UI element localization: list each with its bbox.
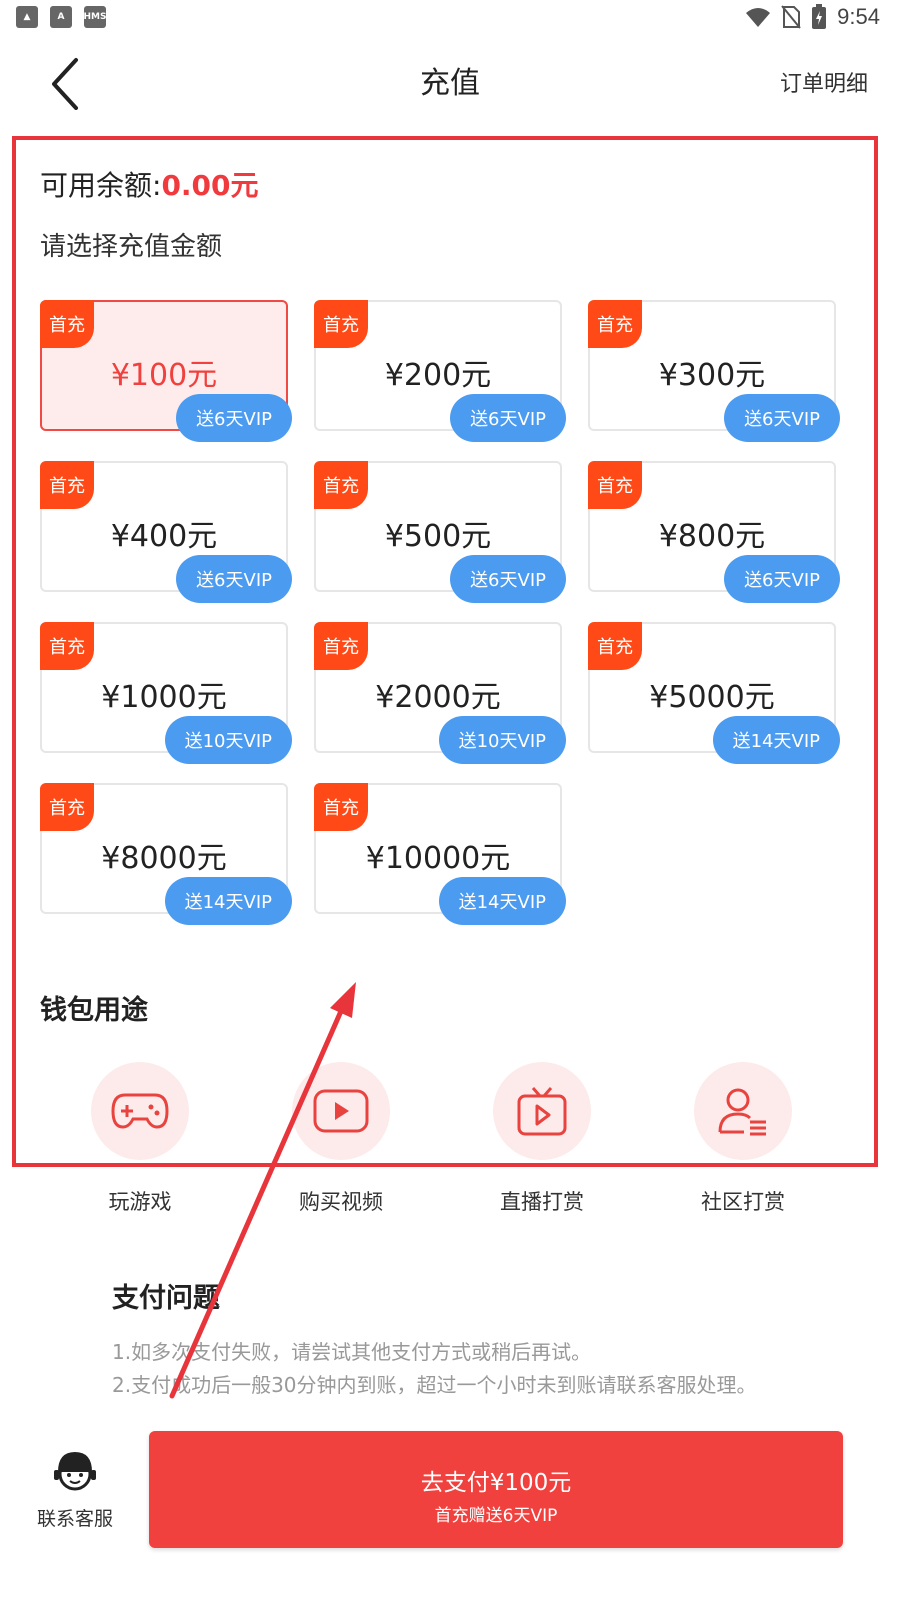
option-price: ¥5000元 [649,680,775,715]
first-charge-tag: 首充 [314,461,368,509]
recharge-option-8000[interactable]: 首充 ¥8000元 送14天VIP [40,783,292,925]
recharge-option-1000[interactable]: 首充 ¥1000元 送10天VIP [40,622,292,764]
vip-bonus-badge: 送14天VIP [164,877,292,925]
use-label: 社区打赏 [701,1190,785,1214]
customer-service-label: 联系客服 [36,1508,113,1530]
select-amount-label: 请选择充值金额 [40,232,223,262]
recharge-option-200[interactable]: 首充 ¥200元 送6天VIP [314,300,566,442]
option-price: ¥300元 [658,358,766,393]
vip-bonus-badge: 送10天VIP [164,716,292,764]
faq-line-2: 2.支付成功后一般30分钟内到账，超过一个小时未到账请联系客服处理。 [112,1373,757,1397]
recharge-option-400[interactable]: 首充 ¥400元 送6天VIP [40,461,292,603]
battery-icon [812,4,827,29]
first-charge-tag: 首充 [588,300,642,348]
order-details-link[interactable]: 订单明细 [780,66,868,98]
customer-service-button[interactable]: 联系客服 [30,1448,120,1531]
use-icon-circle [694,1062,792,1160]
first-charge-tag: 首充 [314,783,368,831]
first-charge-tag: 首充 [40,300,94,348]
first-charge-tag: 首充 [314,300,368,348]
first-charge-tag: 首充 [40,783,94,831]
option-price: ¥100元 [110,358,218,393]
vip-bonus-badge: 送14天VIP [712,716,840,764]
recharge-option-10000[interactable]: 首充 ¥10000元 送14天VIP [314,783,566,925]
first-charge-tag: 首充 [40,461,94,509]
option-price: ¥10000元 [365,841,511,876]
vip-bonus-badge: 送6天VIP [724,394,840,442]
gamepad-icon [111,1093,169,1129]
recharge-option-500[interactable]: 首充 ¥500元 送6天VIP [314,461,566,603]
pay-button[interactable]: 去支付¥100元 首充赠送6天VIP [149,1431,843,1548]
use-community-tips[interactable]: 社区打赏 [673,1062,813,1216]
status-bar: ▲ A HMS 9:54 [0,0,900,36]
first-charge-tag: 首充 [588,622,642,670]
vip-bonus-badge: 送6天VIP [724,555,840,603]
use-label: 直播打赏 [500,1190,584,1214]
use-buy-videos[interactable]: 购买视频 [271,1062,411,1216]
page-title: 充值 [420,66,480,101]
first-charge-tag: 首充 [588,461,642,509]
pay-button-subtitle: 首充赠送6天VIP [434,1506,558,1526]
nav-bar: 充值 订单明细 [0,40,900,120]
customer-service-icon [54,1452,96,1491]
option-price: ¥800元 [658,519,766,554]
gallery-icon: ▲ [16,6,38,28]
a-icon: A [50,6,72,28]
balance-amount: 0.00元 [161,169,259,202]
option-price: ¥400元 [110,519,218,554]
hms-icon: HMS [84,6,107,28]
status-icons-left: ▲ A HMS [16,6,107,28]
first-charge-tag: 首充 [314,622,368,670]
use-label: 玩游戏 [108,1190,172,1214]
use-icon-circle [292,1062,390,1160]
tv-live-icon [517,1087,567,1136]
option-price: ¥8000元 [101,841,227,876]
vip-bonus-badge: 送10天VIP [438,716,566,764]
vip-bonus-badge: 送6天VIP [450,555,566,603]
use-icon-circle [493,1062,591,1160]
wifi-icon [746,8,771,27]
payment-faq-title: 支付问题 [112,1283,220,1314]
pay-button-label: 去支付¥100元 [420,1470,572,1496]
recharge-option-5000[interactable]: 首充 ¥5000元 送14天VIP [588,622,840,764]
vip-bonus-badge: 送6天VIP [176,555,292,603]
recharge-option-100[interactable]: 首充 ¥100元 送6天VIP [40,300,292,442]
use-label: 购买视频 [299,1190,383,1214]
first-charge-tag: 首充 [40,622,94,670]
use-play-games[interactable]: 玩游戏 [70,1062,210,1216]
option-price: ¥500元 [384,519,492,554]
user-list-icon [718,1088,766,1136]
play-video-icon [313,1089,369,1133]
wallet-uses-title: 钱包用途 [40,995,148,1026]
no-sim-icon [781,5,801,29]
recharge-option-800[interactable]: 首充 ¥800元 送6天VIP [588,461,840,603]
status-icons-right: 9:54 [745,4,880,30]
option-price: ¥2000元 [375,680,501,715]
balance-display: 可用余额:0.00元 [40,164,259,204]
option-price: ¥200元 [384,358,492,393]
vip-bonus-badge: 送14天VIP [438,877,566,925]
use-live-tips[interactable]: 直播打赏 [472,1062,612,1216]
clock: 9:54 [837,4,880,29]
vip-bonus-badge: 送6天VIP [450,394,566,442]
balance-label: 可用余额: [40,169,162,202]
recharge-option-2000[interactable]: 首充 ¥2000元 送10天VIP [314,622,566,764]
use-icon-circle [91,1062,189,1160]
recharge-option-300[interactable]: 首充 ¥300元 送6天VIP [588,300,840,442]
vip-bonus-badge: 送6天VIP [176,394,292,442]
faq-line-1: 1.如多次支付失败，请尝试其他支付方式或稍后再试。 [112,1340,592,1364]
option-price: ¥1000元 [101,680,227,715]
